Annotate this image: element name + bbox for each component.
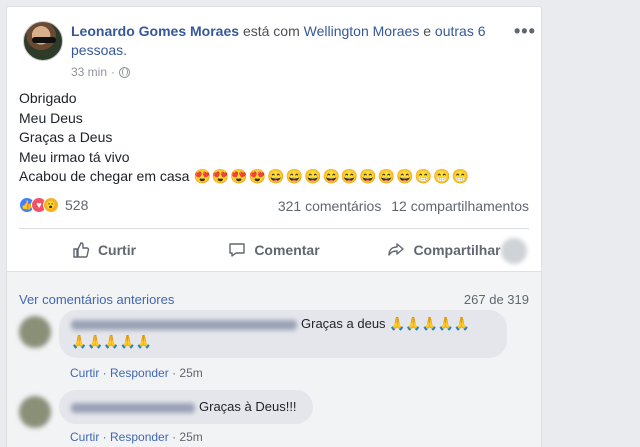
post-line: Acabou de chegar em casa 😍😍😍😍😄😄😄😄😄😄😄😄😁😁😁 — [19, 167, 470, 187]
engagement-counts: 321 comentários 12 compartilhamentos — [278, 198, 529, 214]
wow-reaction-icon: 😮 — [43, 197, 59, 213]
comment-actions: Curtir · Responder · 25m — [70, 430, 203, 444]
and-text: e — [423, 23, 432, 39]
comment-actions: Curtir · Responder · 25m — [70, 366, 203, 380]
post-card: Leonardo Gomes Moraes está com Wellingto… — [6, 6, 542, 447]
comments-count-link[interactable]: 321 comentários — [278, 198, 382, 214]
comment-paging: 267 de 319 — [463, 292, 529, 307]
author-avatar[interactable] — [23, 21, 63, 61]
emoji-string: 😍😍😍😍😄😄😄😄😄😄😄😄😁😁😁 — [193, 168, 470, 184]
post-meta: 33 min · — [71, 65, 131, 79]
post-line-text: Acabou de chegar em casa — [19, 168, 190, 184]
like-label: Curtir — [97, 242, 137, 258]
with-text: está com — [242, 23, 300, 39]
post-line: Graças a Deus — [19, 129, 113, 145]
post-time[interactable]: 33 min — [71, 65, 107, 79]
post-line: Meu Deus — [19, 109, 83, 126]
viewer-avatar[interactable] — [501, 238, 527, 264]
thumbs-up-icon — [73, 242, 90, 258]
commenter-avatar[interactable] — [19, 316, 51, 348]
commenter-name[interactable] — [71, 319, 297, 330]
comment-emojis-line: 🙏🙏🙏🙏🙏 — [71, 334, 152, 349]
author-name-link[interactable]: Leonardo Gomes Moraes — [71, 23, 239, 39]
post-text: Obrigado Meu Deus Graças a Deus Meu irma… — [19, 89, 470, 187]
globe-icon[interactable] — [119, 66, 131, 78]
comment-bubble: Graças à Deus!!! — [59, 390, 313, 424]
post-line: Meu irmao tá vivo — [19, 148, 130, 165]
comment-emojis: 🙏🙏🙏🙏🙏 — [389, 316, 471, 331]
comment-text: Graças à Deus!!! — [199, 399, 297, 414]
tagged-user-link[interactable]: Wellington Moraes — [304, 23, 420, 39]
like-button[interactable]: Curtir — [19, 241, 189, 259]
divider — [19, 228, 529, 229]
share-icon — [388, 243, 405, 256]
commenter-avatar[interactable] — [19, 396, 51, 428]
comment-icon — [229, 243, 246, 257]
comment-button[interactable]: Comentar — [189, 241, 359, 259]
comment-text: Graças a deus — [301, 316, 386, 331]
comment-time[interactable]: 25m — [179, 366, 202, 380]
comment-reply-link[interactable]: Responder — [110, 366, 169, 380]
post-line: Obrigado — [19, 90, 77, 106]
comment-like-link[interactable]: Curtir — [70, 366, 99, 380]
comment-like-link[interactable]: Curtir — [70, 430, 99, 444]
commenter-name[interactable] — [71, 402, 195, 413]
reaction-count: 528 — [65, 197, 89, 213]
comment-label: Comentar — [254, 242, 320, 258]
post-header: Leonardo Gomes Moraes está com Wellingto… — [71, 22, 501, 60]
comment-time[interactable]: 25m — [179, 430, 202, 444]
more-options-icon[interactable]: ••• — [514, 21, 536, 42]
comment-bubble: Graças a deus 🙏🙏🙏🙏🙏 🙏🙏🙏🙏🙏 — [59, 310, 507, 358]
reactions-summary[interactable]: 👍 ♥ 😮 528 — [19, 197, 88, 213]
shares-count-link[interactable]: 12 compartilhamentos — [391, 198, 529, 214]
comments-section: Ver comentários anteriores 267 de 319 Gr… — [7, 271, 541, 447]
share-label: Compartilhar — [413, 242, 501, 258]
comment-reply-link[interactable]: Responder — [110, 430, 169, 444]
view-previous-comments-link[interactable]: Ver comentários anteriores — [19, 292, 174, 307]
action-bar: Curtir Comentar Compartilhar — [19, 232, 529, 268]
